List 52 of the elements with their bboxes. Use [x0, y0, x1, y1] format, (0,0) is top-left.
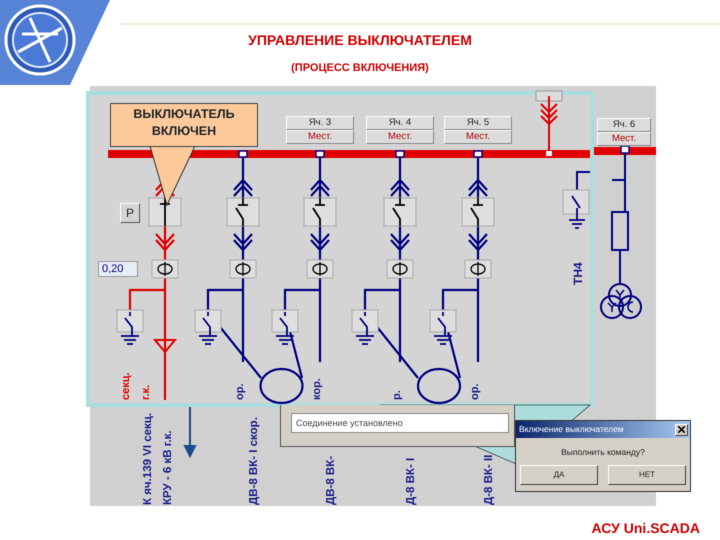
transformer-icon [600, 283, 642, 319]
cell-mode: Мест. [597, 132, 651, 146]
cell-label: Яч. 4 [366, 116, 434, 130]
arrow-icon [184, 404, 197, 457]
feeder-name: К яч.139 VI секц. [142, 412, 154, 505]
current-transformer-icon [386, 260, 414, 278]
dialog-title: Включение выключателем [519, 423, 624, 436]
feeder-name: ДВ-8 ВК- I скор. [248, 417, 260, 505]
current-transformer-icon [306, 260, 334, 278]
feeder-tag: ор. [234, 384, 246, 400]
earthing-switch-icon [352, 310, 378, 345]
motor-symbol [259, 368, 304, 404]
callout-pointer [149, 146, 196, 206]
slide-subtitle: (ПРОЦЕСС ВКЛЮЧЕНИЯ) [290, 61, 430, 76]
feeder-name: КРУ - 6 кВ г.к. [162, 430, 174, 505]
cell-label: Яч. 3 [286, 116, 354, 130]
cell-mode: Мест. [444, 130, 512, 144]
reading-field[interactable]: 0,20 [98, 261, 138, 277]
transformer-label: ТН4 [571, 262, 585, 285]
dialog-button[interactable]: НЕТ [608, 464, 686, 485]
current-transformer-icon [152, 260, 178, 278]
cell-label: Яч. 5 [444, 116, 512, 130]
earthing-switch-icon [194, 310, 222, 345]
earthing-switch-icon [272, 310, 298, 345]
feeder-tag: р. [391, 390, 403, 400]
dialog-button[interactable]: ДА [520, 464, 598, 485]
earthing-switch-icon [430, 310, 456, 345]
feeder-name: ДВ-8 ВК- [325, 456, 337, 505]
feeder-tag: кор. [311, 378, 323, 400]
close-icon [678, 426, 685, 433]
feeder-tag: секц. [120, 372, 132, 400]
fuse-icon [611, 211, 629, 251]
cell-mode: Мест. [286, 130, 354, 144]
cell-box [536, 90, 562, 102]
earthing-switch-icon [116, 310, 144, 345]
feeder-tag: г.к. [140, 384, 152, 400]
current-transformer-icon [464, 260, 492, 278]
cell-mode: Мест. [366, 130, 434, 144]
feeder-name: Д-8 ВК- II [483, 454, 495, 505]
cell-label: Яч. 6 [597, 118, 651, 132]
feeder-tag: ор. [469, 384, 481, 400]
close-button[interactable] [675, 424, 688, 436]
current-transformer-icon [230, 260, 256, 278]
reset-button[interactable]: Р [120, 203, 140, 223]
feeder-name: Д-8 ВК- I [405, 458, 417, 505]
dialog-message: Выполнить команду? [560, 446, 646, 459]
earthing-switch-icon [562, 190, 590, 229]
slide-title: УПРАВЛЕНИЕ ВЫКЛЮЧАТЕЛЕМ [247, 31, 473, 50]
status-field[interactable]: Соединение установлено [291, 413, 509, 433]
motor-symbol [416, 368, 462, 404]
feeder-line [576, 171, 590, 190]
footer-brand: АСУ Uni.SCADA [591, 519, 700, 538]
